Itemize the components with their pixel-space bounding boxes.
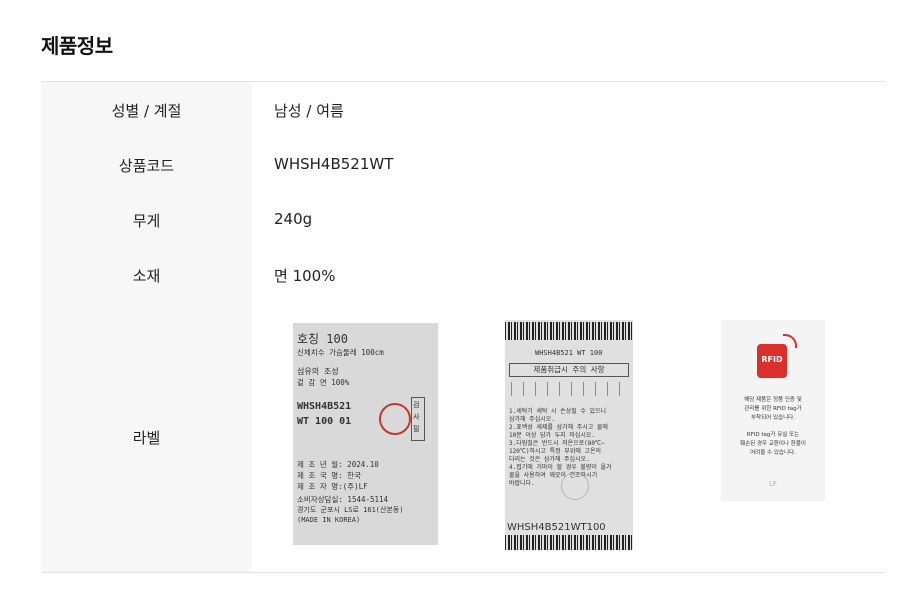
rfid-text-6: 어려울 수 있습니다. (750, 450, 796, 456)
tag-consumer-line: 소비자상담실: 1544-5114 (297, 495, 389, 504)
rfid-text-4: RFID tag가 유실 또는 (746, 432, 800, 438)
rfid-logo-icon: RFID (757, 344, 787, 378)
rfid-text-5: 훼손된 경우 교환이나 환불이 (740, 441, 806, 447)
rfid-brand: LF (769, 480, 777, 488)
row-value-weight: 240g (274, 210, 313, 228)
care-code-bottom: WHSH4B521WT100 (507, 522, 606, 533)
row-value-product-code: WHSH4B521WT (274, 155, 394, 173)
rfid-logo-text: RFID (761, 355, 783, 364)
barcode-top-icon (505, 322, 633, 340)
label-image-rfid-tag: RFID 해당 제품은 정품 인증 및 관리를 위한 RFID tag가 부착되… (721, 320, 825, 501)
tag-material-line: 겉 감 면 100% (297, 378, 350, 387)
tag-fiber-line: 섬유의 조성 (297, 367, 339, 376)
tag-chest-line: 신체치수 가슴둘레 100cm (297, 348, 384, 357)
row-label-product-code: 상품코드 (118, 157, 175, 175)
row-label-weight: 무게 (132, 212, 161, 230)
section-title: 제품정보 (41, 34, 113, 58)
tag-mfg-date: 제 조 년 월: 2024.10 (297, 460, 379, 469)
tag-style-code-1: WHSH4B521 (297, 401, 352, 412)
tag-style-code-2: WT 100 01 (297, 416, 352, 427)
row-label-material: 소재 (132, 267, 161, 285)
rfid-text-1: 해당 제품은 정품 인증 및 (744, 397, 802, 403)
care-line-4c: 바랍니다. (509, 480, 535, 487)
rfid-text-2: 관리를 위한 RFID tag가 (744, 406, 802, 412)
row-label-label: 라벨 (132, 429, 161, 447)
tag-maker: 제 조 자 명:(주)LF (297, 482, 368, 491)
label-image-care-tag: WHSH4B521 WT 100 제품취급시 주의 사항 1.세탁기 세탁 시 … (505, 320, 633, 550)
tag-size-line: 호칭 100 (297, 332, 348, 346)
barcode-bottom-icon (505, 535, 633, 550)
rfid-wave-icon (783, 334, 797, 348)
row-value-gender-season: 남성 / 여름 (274, 102, 344, 120)
row-value-material: 면 100% (274, 267, 336, 285)
care-symbols-icon (511, 382, 627, 396)
care-code-top: WHSH4B521 WT 100 (535, 349, 603, 357)
tag-made-in-line: (MADE IN KOREA) (297, 516, 361, 524)
kc-stamp-icon (379, 403, 411, 435)
tag-mfg-country: 제 조 국 명: 한국 (297, 471, 361, 480)
tag-inspect-text: 검사필 (413, 401, 420, 433)
care-stamp-icon (561, 472, 589, 500)
table-bottom-border (41, 572, 885, 573)
tag-address-line: 경기도 군포시 LS로 161(산본동) (297, 506, 404, 514)
label-image-size-tag: 호칭 100 신체치수 가슴둘레 100cm 섬유의 조성 겉 감 면 100%… (293, 323, 438, 545)
row-label-gender-season: 성별 / 계절 (111, 102, 182, 120)
care-header: 제품취급시 주의 사항 (509, 363, 629, 377)
rfid-text-3: 부착되어 있습니다. (751, 415, 795, 421)
